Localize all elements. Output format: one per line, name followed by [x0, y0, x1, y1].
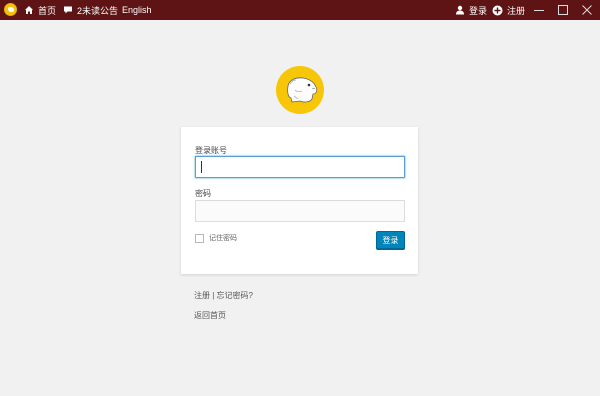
minimize-button[interactable]: [527, 0, 551, 20]
account-links: 注册 | 忘记密码?: [194, 290, 253, 301]
password-input[interactable]: [195, 200, 405, 222]
nav-home-label: 首页: [38, 5, 57, 16]
password-label: 密码: [195, 189, 211, 198]
remember-checkbox[interactable]: [195, 233, 204, 243]
remember-label: 记住密码: [209, 235, 237, 242]
login-card: 登录账号 密码 记住密码 登录: [181, 127, 418, 274]
nav-home[interactable]: 首页: [24, 0, 56, 20]
nav-notices[interactable]: 2未读公告: [63, 0, 118, 20]
maximize-icon: [558, 5, 568, 15]
register-link-bottom[interactable]: 注册: [194, 291, 210, 300]
nav-language-label: English: [122, 5, 152, 15]
user-icon: [456, 5, 464, 15]
close-icon: [582, 5, 592, 15]
speech-bubble-icon: [64, 6, 72, 14]
plus-circle-icon: [492, 5, 503, 15]
nav-language[interactable]: English: [122, 0, 152, 20]
hamster-logo-icon: [287, 77, 318, 103]
login-button[interactable]: 登录: [376, 231, 405, 249]
login-link[interactable]: 登录: [455, 0, 487, 20]
text-caret: [201, 161, 202, 173]
back-home-link[interactable]: 返回首页: [194, 310, 226, 321]
app-logo-icon: [4, 3, 17, 16]
title-bar: 首页 2未读公告 English 登录 注册: [0, 0, 600, 20]
maximize-button[interactable]: [551, 0, 575, 20]
register-link[interactable]: 注册: [492, 0, 525, 20]
remember-password[interactable]: 记住密码: [195, 233, 237, 243]
link-separator: |: [212, 291, 215, 300]
close-button[interactable]: [575, 0, 599, 20]
account-label: 登录账号: [195, 146, 227, 155]
minimize-icon: [534, 10, 544, 11]
login-link-label: 登录: [469, 5, 488, 16]
account-input[interactable]: [195, 156, 405, 178]
nav-notices-label: 2未读公告: [77, 5, 119, 16]
site-logo: [276, 66, 324, 114]
forgot-password-link[interactable]: 忘记密码?: [217, 291, 253, 300]
register-link-label: 注册: [507, 5, 526, 16]
home-icon: [25, 6, 33, 14]
